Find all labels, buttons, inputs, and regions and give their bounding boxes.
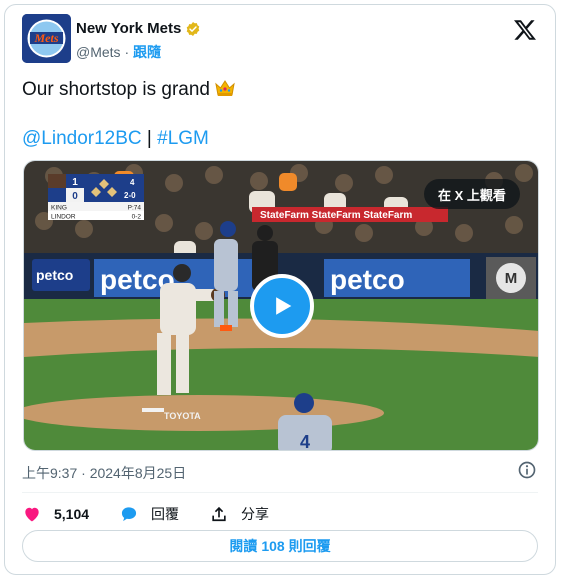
tweet-tags: @Lindor12BC | #LGM — [22, 128, 209, 150]
petco-sign-left: petco — [36, 267, 73, 283]
tweet-timestamp[interactable]: 上午9:37 · 2024年8月25日 — [22, 463, 186, 483]
read-replies-prefix: 閱讀 — [229, 538, 258, 554]
team2-score: 0 — [72, 191, 78, 202]
read-replies-count: 108 — [261, 538, 285, 554]
share-label: 分享 — [241, 506, 270, 522]
tweet-text: Our shortstop is grand — [22, 78, 236, 101]
crown-emoji-icon — [215, 80, 235, 96]
action-bar: 5,104 回覆 分享 — [22, 502, 299, 526]
video-player[interactable]: StateFarm StateFarm StateFarm petco petc… — [23, 160, 539, 451]
reply-label: 回覆 — [151, 506, 180, 522]
tweet-body: Our shortstop is grand — [22, 79, 210, 100]
svg-text:4: 4 — [300, 432, 310, 451]
heart-icon — [25, 507, 39, 522]
read-replies-suffix: 則回覆 — [288, 538, 331, 554]
follow-button[interactable]: 跟隨 — [133, 44, 161, 60]
divider — [22, 492, 538, 493]
mets-avatar[interactable]: Mets — [22, 14, 71, 63]
statefarm-sign: StateFarm StateFarm StateFarm — [260, 210, 412, 221]
hashtag-link[interactable]: #LGM — [157, 128, 209, 149]
info-icon[interactable] — [517, 460, 537, 480]
toyota-sign: TOYOTA — [164, 411, 201, 421]
read-replies-button[interactable]: 閱讀 108 則回覆 — [22, 530, 538, 562]
batter-name: LINDOR — [51, 214, 76, 221]
account-name[interactable]: New York Mets — [76, 20, 181, 37]
like-button[interactable]: 5,104 — [22, 504, 89, 524]
watch-on-x-button[interactable]: 在 X 上觀看 — [424, 179, 520, 209]
svg-text:M: M — [505, 270, 518, 287]
inning: 4 — [130, 178, 135, 187]
verified-badge-icon — [187, 21, 200, 36]
handle-separator: · — [124, 44, 130, 60]
share-button[interactable]: 分享 — [209, 504, 269, 524]
tweet-card: Mets New York Mets @Mets · 跟隨 Our shorts… — [4, 4, 556, 575]
petco-sign-right: petco — [330, 264, 405, 295]
team1-score: 1 — [72, 177, 78, 188]
x-logo-icon[interactable] — [513, 18, 537, 42]
reply-button[interactable]: 回覆 — [119, 504, 179, 524]
mention-link[interactable]: @Lindor12BC — [22, 128, 142, 149]
reply-bubble-icon — [121, 507, 137, 522]
account-handle[interactable]: @Mets — [76, 44, 121, 60]
svg-text:Mets: Mets — [34, 31, 59, 45]
share-icon — [212, 506, 226, 522]
ball-strike-count: 2-0 — [124, 191, 136, 200]
like-count: 5,104 — [54, 506, 90, 522]
pitcher-name: KING — [51, 205, 67, 212]
play-icon — [276, 297, 292, 315]
tag-separator: | — [146, 128, 152, 149]
scorebug: 1 0 4 2-0 KING P:74 LINDOR 0-2 — [48, 174, 144, 221]
pitch-count: P:74 — [128, 205, 142, 212]
play-button[interactable] — [250, 274, 314, 338]
batter-stats: 0-2 — [132, 214, 142, 221]
